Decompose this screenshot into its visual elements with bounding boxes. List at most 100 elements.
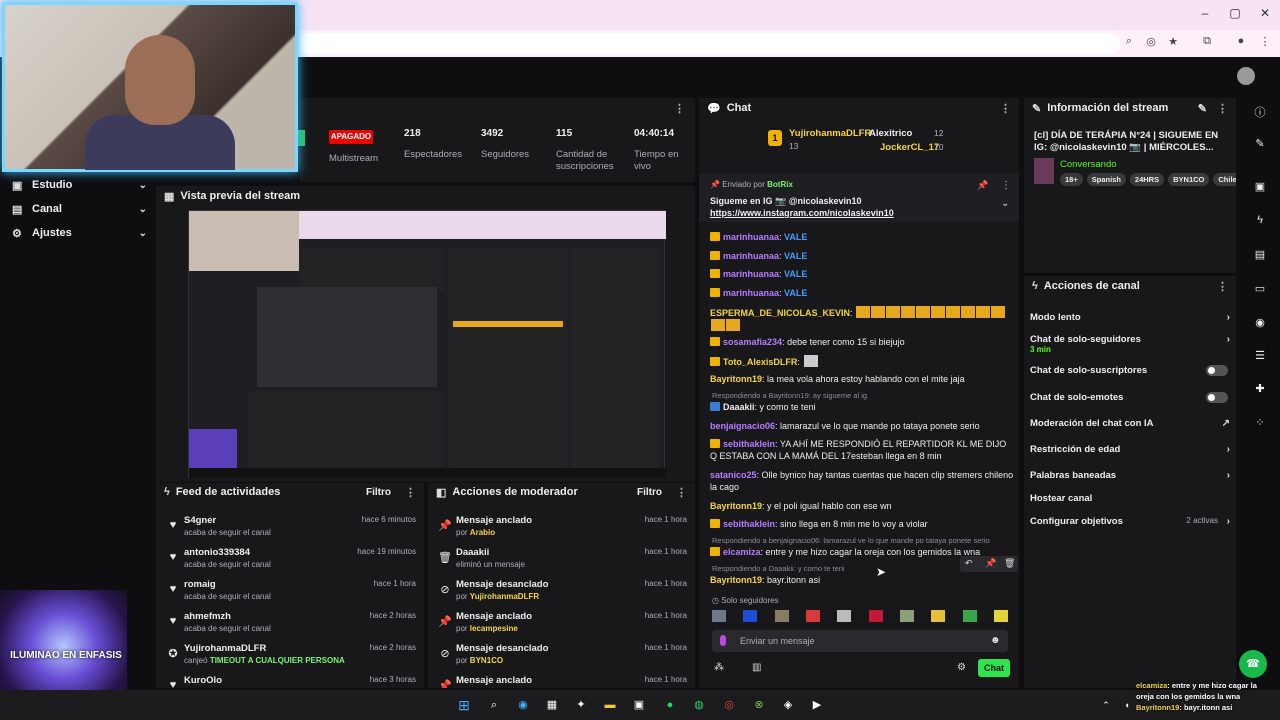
external-link-icon: ↗ xyxy=(1221,418,1230,429)
action-age-restriction[interactable]: Restricción de edad › xyxy=(1030,444,1230,455)
emote[interactable] xyxy=(993,610,1008,622)
kebab-menu-icon[interactable]: ⋮ xyxy=(674,102,685,115)
chevron-right-icon: › xyxy=(1226,516,1230,527)
heart-icon: ♥ xyxy=(169,519,177,531)
tools-icon[interactable]: ✚ xyxy=(1251,382,1269,400)
action-slow-mode[interactable]: Modo lento › xyxy=(1030,312,1230,323)
chat-input-placeholder: Enviar un mensaje xyxy=(740,636,815,646)
stat-followers: 3492 Seguidores xyxy=(481,128,530,160)
action-followers-only[interactable]: Chat de solo-seguidores 3 min › xyxy=(1030,334,1230,354)
action-ai-moderation[interactable]: Moderación del chat con IA ↗ xyxy=(1030,418,1230,429)
store-icon[interactable]: ▦ xyxy=(543,696,561,714)
media-icon[interactable]: ▶ xyxy=(808,696,826,714)
stat-live-time: 04:40:14 Tiempo en vivo xyxy=(634,128,679,172)
emote[interactable] xyxy=(931,610,946,622)
chevron-down-icon: ⌄ xyxy=(138,203,147,215)
chevron-down-icon[interactable]: ⌄ xyxy=(1001,198,1009,209)
points-icon[interactable]: ⁂ xyxy=(714,662,724,673)
windows-start-icon[interactable]: ⊞ xyxy=(455,696,473,714)
more-icon[interactable]: ⁘ xyxy=(1251,416,1269,434)
document-icon[interactable]: ▤ xyxy=(1251,248,1269,266)
emote[interactable] xyxy=(837,610,852,622)
app-icon[interactable]: ✦ xyxy=(572,696,590,714)
emote[interactable] xyxy=(962,610,977,622)
emote[interactable] xyxy=(868,610,883,622)
filter-button[interactable]: Filtro xyxy=(366,487,391,498)
lightning-icon[interactable]: ϟ xyxy=(1251,214,1269,232)
action-configure-goals[interactable]: Configurar objetivos 2 activas › xyxy=(1030,516,1230,527)
kebab-menu-icon[interactable]: ⋮ xyxy=(405,486,416,499)
support-button[interactable]: ☎ xyxy=(1239,650,1267,678)
chevron-up-icon[interactable]: ⌃ xyxy=(1097,696,1115,714)
search-icon[interactable]: ⌕ xyxy=(485,696,503,714)
capture-icon[interactable]: ▣ xyxy=(630,696,648,714)
emote[interactable] xyxy=(774,610,789,622)
filter-button[interactable]: Filtro xyxy=(637,487,662,498)
category-name[interactable]: Conversando xyxy=(1060,159,1117,170)
kebab-menu-icon[interactable]: ⋮ xyxy=(1000,102,1011,115)
xbox-icon[interactable]: ⊗ xyxy=(750,696,768,714)
chat-message: Bayritonn19: y el poli igual hablo con e… xyxy=(710,501,892,511)
leaderboard-user[interactable]: Alexitrico xyxy=(869,128,912,139)
leaderboard-user[interactable]: YujirohanmaDLFR xyxy=(789,128,871,139)
kebab-menu-icon[interactable]: ⋮ xyxy=(676,486,687,499)
star-icon[interactable]: ★ xyxy=(1164,35,1182,51)
zoom-icon[interactable]: ⌕ xyxy=(1120,35,1138,51)
spotify-icon[interactable]: ● xyxy=(661,696,679,714)
gear-icon[interactable]: ⚙ xyxy=(957,662,966,673)
chat-bubble-icon: 💬 xyxy=(707,102,721,115)
edge-icon[interactable]: ◉ xyxy=(514,696,532,714)
info-icon[interactable]: ⓘ xyxy=(1251,104,1269,122)
eye-off-icon[interactable]: ◎ xyxy=(1142,35,1160,51)
minimize-icon[interactable]: – xyxy=(1190,6,1220,24)
kebab-menu-icon[interactable]: ⋮ xyxy=(1217,280,1228,293)
stream-preview-video[interactable] xyxy=(188,210,666,478)
category-thumbnail[interactable] xyxy=(1034,158,1054,184)
emote[interactable] xyxy=(743,610,758,622)
pinned-link[interactable]: https://www.instagram.com/nicolaskevin10 xyxy=(710,208,894,218)
send-chat-button[interactable]: Chat xyxy=(978,659,1010,677)
action-banned-words[interactable]: Palabras baneadas › xyxy=(1030,470,1230,481)
emotes-only-toggle[interactable] xyxy=(1206,392,1228,403)
nav-item-canal[interactable]: ▤ Canal ⌄ xyxy=(12,200,147,218)
menu-icon[interactable]: ⋮ xyxy=(1256,35,1274,51)
list-icon[interactable]: ☰ xyxy=(1251,349,1269,367)
reply-icon[interactable]: ↶ xyxy=(965,558,973,569)
nav-item-ajustes[interactable]: ⚙ Ajustes ⌄ xyxy=(12,224,147,242)
whatsapp-icon[interactable]: ◍ xyxy=(690,696,708,714)
pin-icon[interactable]: 📌 xyxy=(985,558,996,569)
app-icon[interactable]: ◈ xyxy=(779,696,797,714)
unpin-icon[interactable]: 📌 xyxy=(977,180,988,191)
nav-item-estudio[interactable]: ▣ Estudio ⌄ xyxy=(12,176,147,194)
chat-message: marinhuanaa: VALE xyxy=(710,268,1015,280)
profile-icon[interactable]: ● xyxy=(1232,35,1250,51)
gift-icon[interactable]: ▥ xyxy=(752,662,761,673)
action-emotes-only[interactable]: Chat de solo-emotes xyxy=(1030,392,1230,403)
leaderboard-user[interactable]: JockerCL_17 xyxy=(880,142,939,153)
followers-only-indicator: ◷ Solo seguidores xyxy=(712,596,779,605)
broadcast-icon[interactable]: ◉ xyxy=(1251,316,1269,334)
emoji-icon[interactable]: ☻ xyxy=(990,635,1001,646)
address-bar[interactable] xyxy=(300,33,1120,54)
kebab-menu-icon[interactable]: ⋮ xyxy=(1001,180,1011,191)
mod-row: 📌 Mensaje anclado hace 1 hora xyxy=(428,675,695,688)
camera-icon[interactable]: ▣ xyxy=(1251,180,1269,198)
kebab-menu-icon[interactable]: ⋮ xyxy=(1217,102,1228,115)
chat-bubble-icon[interactable]: ▭ xyxy=(1251,282,1269,300)
trash-icon[interactable]: 🗑 xyxy=(1004,558,1015,569)
action-subs-only[interactable]: Chat de solo-suscriptores xyxy=(1030,365,1230,376)
extensions-icon[interactable]: ⧉ xyxy=(1198,35,1216,51)
edit-icon[interactable]: ✎ xyxy=(1198,102,1207,115)
emote[interactable] xyxy=(899,610,914,622)
folder-icon[interactable]: ▬ xyxy=(601,696,619,714)
emote[interactable] xyxy=(712,610,726,622)
emote[interactable] xyxy=(805,610,820,622)
pencil-icon[interactable]: ✎ xyxy=(1251,137,1269,155)
subs-only-toggle[interactable] xyxy=(1206,365,1228,376)
action-host-channel[interactable]: Hostear canal xyxy=(1030,493,1230,504)
avatar[interactable] xyxy=(1237,67,1255,85)
chrome-icon[interactable]: ◎ xyxy=(720,696,738,714)
maximize-icon[interactable]: ▢ xyxy=(1220,6,1250,24)
close-window-icon[interactable]: ✕ xyxy=(1250,6,1280,24)
microphone-icon[interactable]: ◖ xyxy=(1118,696,1136,714)
